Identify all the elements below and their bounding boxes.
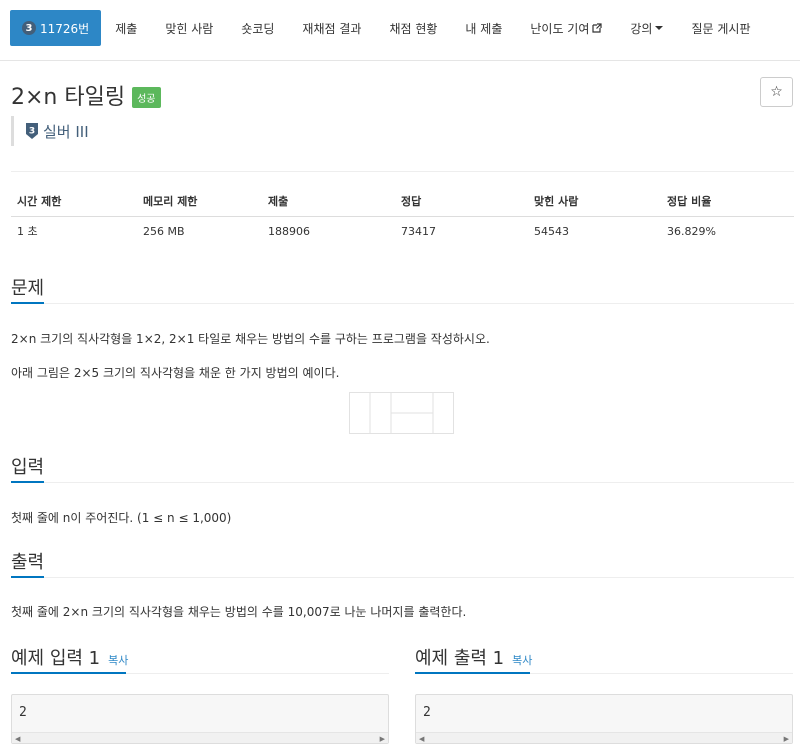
heading-underline [11,576,44,578]
sample-input-value: 2 [19,705,27,720]
tier-row: 3 실버 III [11,116,89,146]
scroll-left-icon[interactable]: ◀ [419,735,424,743]
nav-lecture-label: 강의 [630,21,653,36]
tiling-figure [349,392,454,434]
section-divider [11,303,794,304]
cell-ratio: 36.829% [667,224,716,238]
sample-input-box[interactable]: 2 ◀ ▶ [11,694,389,744]
page-title: 2×n 타일링 [11,85,126,110]
horizontal-scrollbar[interactable]: ◀ ▶ [416,732,792,743]
sample-output-value: 2 [423,705,431,720]
cell-memory-limit: 256 MB [143,224,185,238]
nav-status[interactable]: 채점 현황 [375,10,451,46]
header-solved-users: 맞힌 사람 [528,186,661,217]
problem-description-2: 아래 그림은 2×5 크기의 직사각형을 채운 한 가지 방법의 예이다. [11,366,340,380]
header-time-limit: 시간 제한 [11,186,137,217]
copy-sample-output-link[interactable]: 복사 [512,654,532,667]
table-header-row: 시간 제한 메모리 제한 제출 정답 맞힌 사람 정답 비율 [11,186,794,217]
sample-input-heading: 예제 입력 1 복사 [11,644,128,670]
nav-my-submissions[interactable]: 내 제출 [451,10,516,46]
cell-accepted: 73417 [401,224,436,238]
problem-description-1: 2×n 크기의 직사각형을 1×2, 2×1 타일로 채우는 방법의 수를 구하… [11,332,490,346]
nav-rejudge[interactable]: 재채점 결과 [288,10,375,46]
sample-output-box[interactable]: 2 ◀ ▶ [415,694,793,744]
heading-underline [11,302,44,304]
horizontal-scrollbar[interactable]: ◀ ▶ [12,732,388,743]
scroll-right-icon[interactable]: ▶ [380,735,385,743]
nav-lecture[interactable]: 강의 [616,10,677,46]
nav-problem-id[interactable]: 3 11726번 [10,10,102,46]
nav-submit[interactable]: 제출 [101,10,151,46]
section-divider [11,482,794,483]
nav-divider [0,60,800,61]
cell-submissions: 188906 [268,224,310,238]
table-row: 1 초 256 MB 188906 73417 54543 36.829% [11,216,794,246]
section-divider [11,577,794,578]
caret-down-icon [655,26,664,30]
header-divider [11,171,794,172]
status-badge: 성공 [132,86,161,108]
header-memory-limit: 메모리 제한 [137,186,262,217]
title-row: 2×n 타일링 성공 [11,79,161,111]
copy-sample-input-link[interactable]: 복사 [108,654,128,667]
cell-time-limit: 1 초 [17,225,38,239]
cell-solved-users: 54543 [534,224,569,238]
sample-output-title: 예제 출력 1 [415,648,505,669]
heading-underline [11,481,44,483]
header-accepted: 정답 [395,186,528,217]
header-submissions: 제출 [262,186,395,217]
output-description: 첫째 줄에 2×n 크기의 직사각형을 채우는 방법의 수를 10,007로 나… [11,605,467,619]
nav-difficulty-label: 난이도 기여 [530,21,590,36]
heading-underline [415,672,530,674]
nav-problem-id-label: 11726번 [40,21,90,36]
tier-icon-number: 3 [29,127,35,137]
scroll-right-icon[interactable]: ▶ [784,735,789,743]
header-ratio: 정답 비율 [661,186,794,217]
input-description: 첫째 줄에 n이 주어진다. (1 ≤ n ≤ 1,000) [11,511,232,525]
problem-nav: 3 11726번 제출 맞힌 사람 숏코딩 재채점 결과 채점 현황 내 제출 … [10,10,795,46]
nav-short-coding[interactable]: 숏코딩 [227,10,288,46]
scroll-left-icon[interactable]: ◀ [15,735,20,743]
silver-tier-icon: 3 [26,123,38,139]
sample-output-heading: 예제 출력 1 복사 [415,644,532,670]
nav-board[interactable]: 질문 게시판 [677,10,764,46]
external-link-icon [592,23,602,33]
nav-difficulty[interactable]: 난이도 기여 [516,10,616,46]
problem-heading: 문제 [11,278,45,299]
tier-icon: 3 [22,21,36,35]
heading-underline [11,672,126,674]
tier-label[interactable]: 실버 III [43,121,89,142]
output-heading: 출력 [11,552,45,573]
favorite-star-button[interactable]: ☆ [760,77,793,107]
nav-solved-users[interactable]: 맞힌 사람 [151,10,227,46]
problem-info-table: 시간 제한 메모리 제한 제출 정답 맞힌 사람 정답 비율 1 초 256 M… [11,186,794,246]
sample-input-title: 예제 입력 1 [11,648,101,669]
input-heading: 입력 [11,457,45,478]
